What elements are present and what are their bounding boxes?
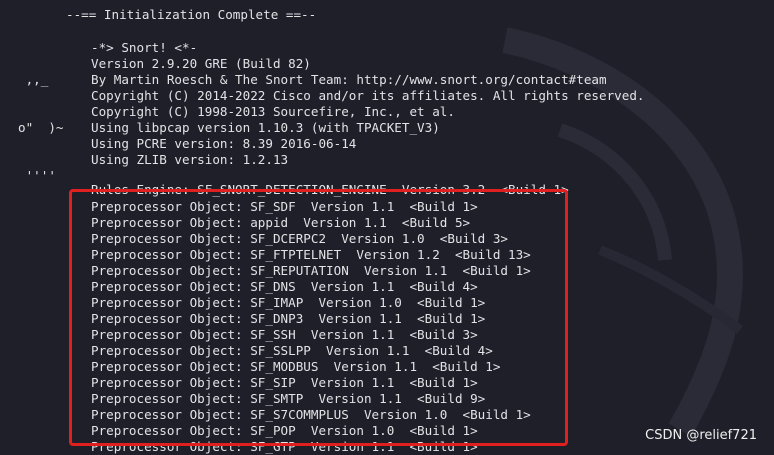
red-highlight-box [69,189,568,446]
banner-line: By Martin Roesch & The Snort Team: http:… [91,72,607,87]
banner-line: Using ZLIB version: 1.2.13 [91,152,289,167]
banner-line: Copyright (C) 2014-2022 Cisco and/or its… [91,88,645,103]
banner-line: Using libpcap version 1.10.3 (with TPACK… [91,120,440,135]
banner-line: Using PCRE version: 8.39 2016-06-14 [91,136,357,151]
logo-line: '''' [18,168,56,183]
logo-line: ,,_ [18,72,49,87]
init-complete-header: --== Initialization Complete ==-- [66,7,317,22]
banner-line: Version 2.9.20 GRE (Build 82) [91,56,311,71]
snort-pig-ascii-logo: ,,_ o" )~ '''' [18,40,64,200]
banner-line: -*> Snort! <*- [91,40,198,55]
logo-line: o" )~ [18,120,64,135]
banner-line: Copyright (C) 1998-2013 Sourcefire, Inc.… [91,104,455,119]
csdn-watermark: CSDN @relief721 [645,428,757,443]
